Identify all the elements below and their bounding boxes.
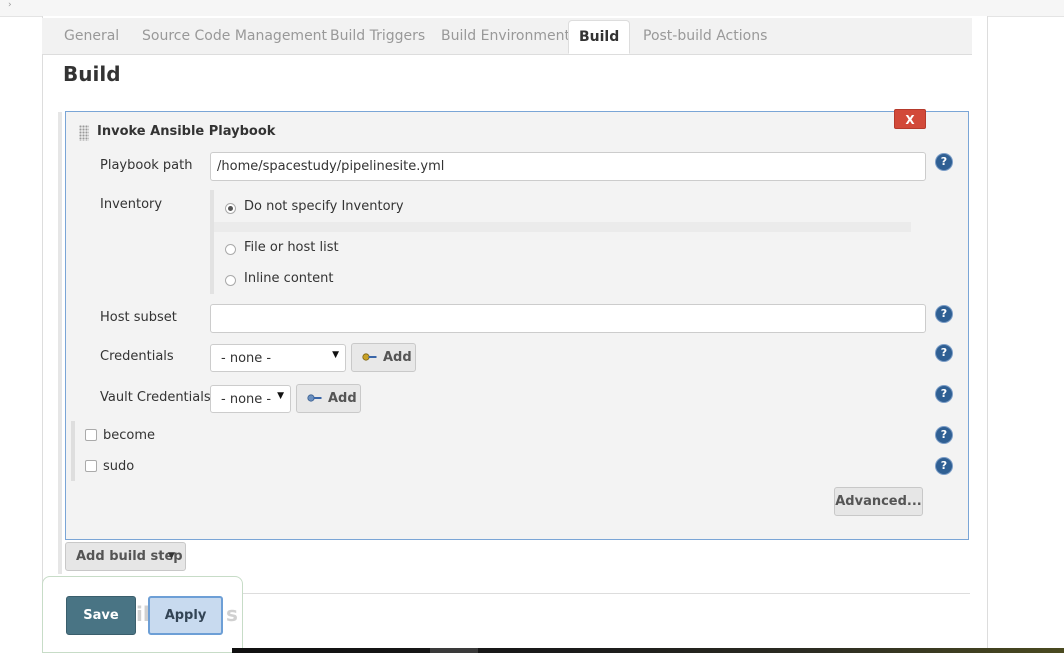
credentials-add-button[interactable]: Add (351, 343, 416, 372)
credentials-select-value: - none - (221, 351, 272, 366)
help-icon[interactable]: ? (936, 345, 952, 361)
add-build-step-button[interactable]: Add build step ▼ (65, 542, 186, 571)
delete-step-button[interactable]: X (894, 109, 926, 129)
drag-handle-icon[interactable] (79, 125, 89, 141)
inventory-radio-file[interactable] (225, 244, 236, 255)
help-icon[interactable]: ? (936, 427, 952, 443)
vault-credentials-select[interactable]: - none - ▼ (210, 385, 291, 413)
sudo-checkbox[interactable] (85, 460, 97, 472)
caret-down-icon: ▼ (277, 391, 284, 401)
sudo-label: sudo (103, 459, 135, 474)
tab-source-code-management[interactable]: Source Code Management (142, 28, 327, 44)
inventory-option-inline-label: Inline content (244, 271, 334, 286)
host-subset-input[interactable] (210, 304, 926, 333)
checkbox-group-bar (71, 421, 75, 481)
help-icon[interactable]: ? (936, 154, 952, 170)
help-icon[interactable]: ? (936, 306, 952, 322)
key-icon (362, 353, 377, 361)
vault-credentials-select-value: - none - (221, 392, 272, 407)
help-icon[interactable]: ? (936, 458, 952, 474)
add-build-step-label: Add build step (76, 549, 183, 564)
tab-general[interactable]: General (64, 28, 119, 44)
vault-credentials-add-label: Add (328, 391, 357, 406)
credentials-select[interactable]: - none - ▼ (210, 344, 346, 372)
obscured-heading-fragment: s (226, 602, 238, 626)
inventory-radio-inline[interactable] (225, 275, 236, 286)
become-checkbox[interactable] (85, 429, 97, 441)
top-strip: › (0, 0, 1064, 17)
vault-credentials-label: Vault Credentials (100, 390, 211, 405)
playbook-path-input[interactable] (210, 152, 926, 181)
tab-build-triggers[interactable]: Build Triggers (330, 28, 425, 44)
inventory-label: Inventory (100, 197, 163, 212)
help-icon[interactable]: ? (936, 386, 952, 402)
build-step-title: Invoke Ansible Playbook (97, 124, 276, 139)
section-divider (242, 593, 970, 594)
section-title: Build (63, 62, 121, 86)
credentials-label: Credentials (100, 349, 174, 364)
taskbar-segment (430, 648, 478, 653)
inventory-option-file-label: File or host list (244, 240, 339, 255)
tab-post-build-actions[interactable]: Post-build Actions (643, 28, 767, 44)
caret-down-icon: ▼ (332, 350, 339, 360)
tab-bar: General Source Code Management Build Tri… (42, 18, 972, 55)
caret-down-icon: ▼ (168, 551, 175, 561)
inventory-separator (214, 222, 911, 232)
section-left-bar (58, 112, 62, 574)
inventory-option-none-label: Do not specify Inventory (244, 199, 404, 214)
credentials-add-label: Add (383, 350, 412, 365)
become-label: become (103, 428, 156, 443)
host-subset-label: Host subset (100, 310, 177, 325)
key-icon (307, 394, 322, 402)
tab-build-environment[interactable]: Build Environment (441, 28, 570, 44)
desktop-taskbar (232, 648, 1064, 653)
apply-button[interactable]: Apply (148, 596, 223, 635)
expand-arrow-icon[interactable]: › (8, 0, 12, 10)
playbook-path-label: Playbook path (100, 158, 193, 173)
vault-credentials-add-button[interactable]: Add (296, 384, 361, 413)
inventory-radio-none[interactable] (225, 203, 236, 214)
tab-build[interactable]: Build (568, 20, 631, 54)
save-button[interactable]: Save (66, 596, 136, 635)
advanced-button[interactable]: Advanced... (834, 487, 923, 516)
